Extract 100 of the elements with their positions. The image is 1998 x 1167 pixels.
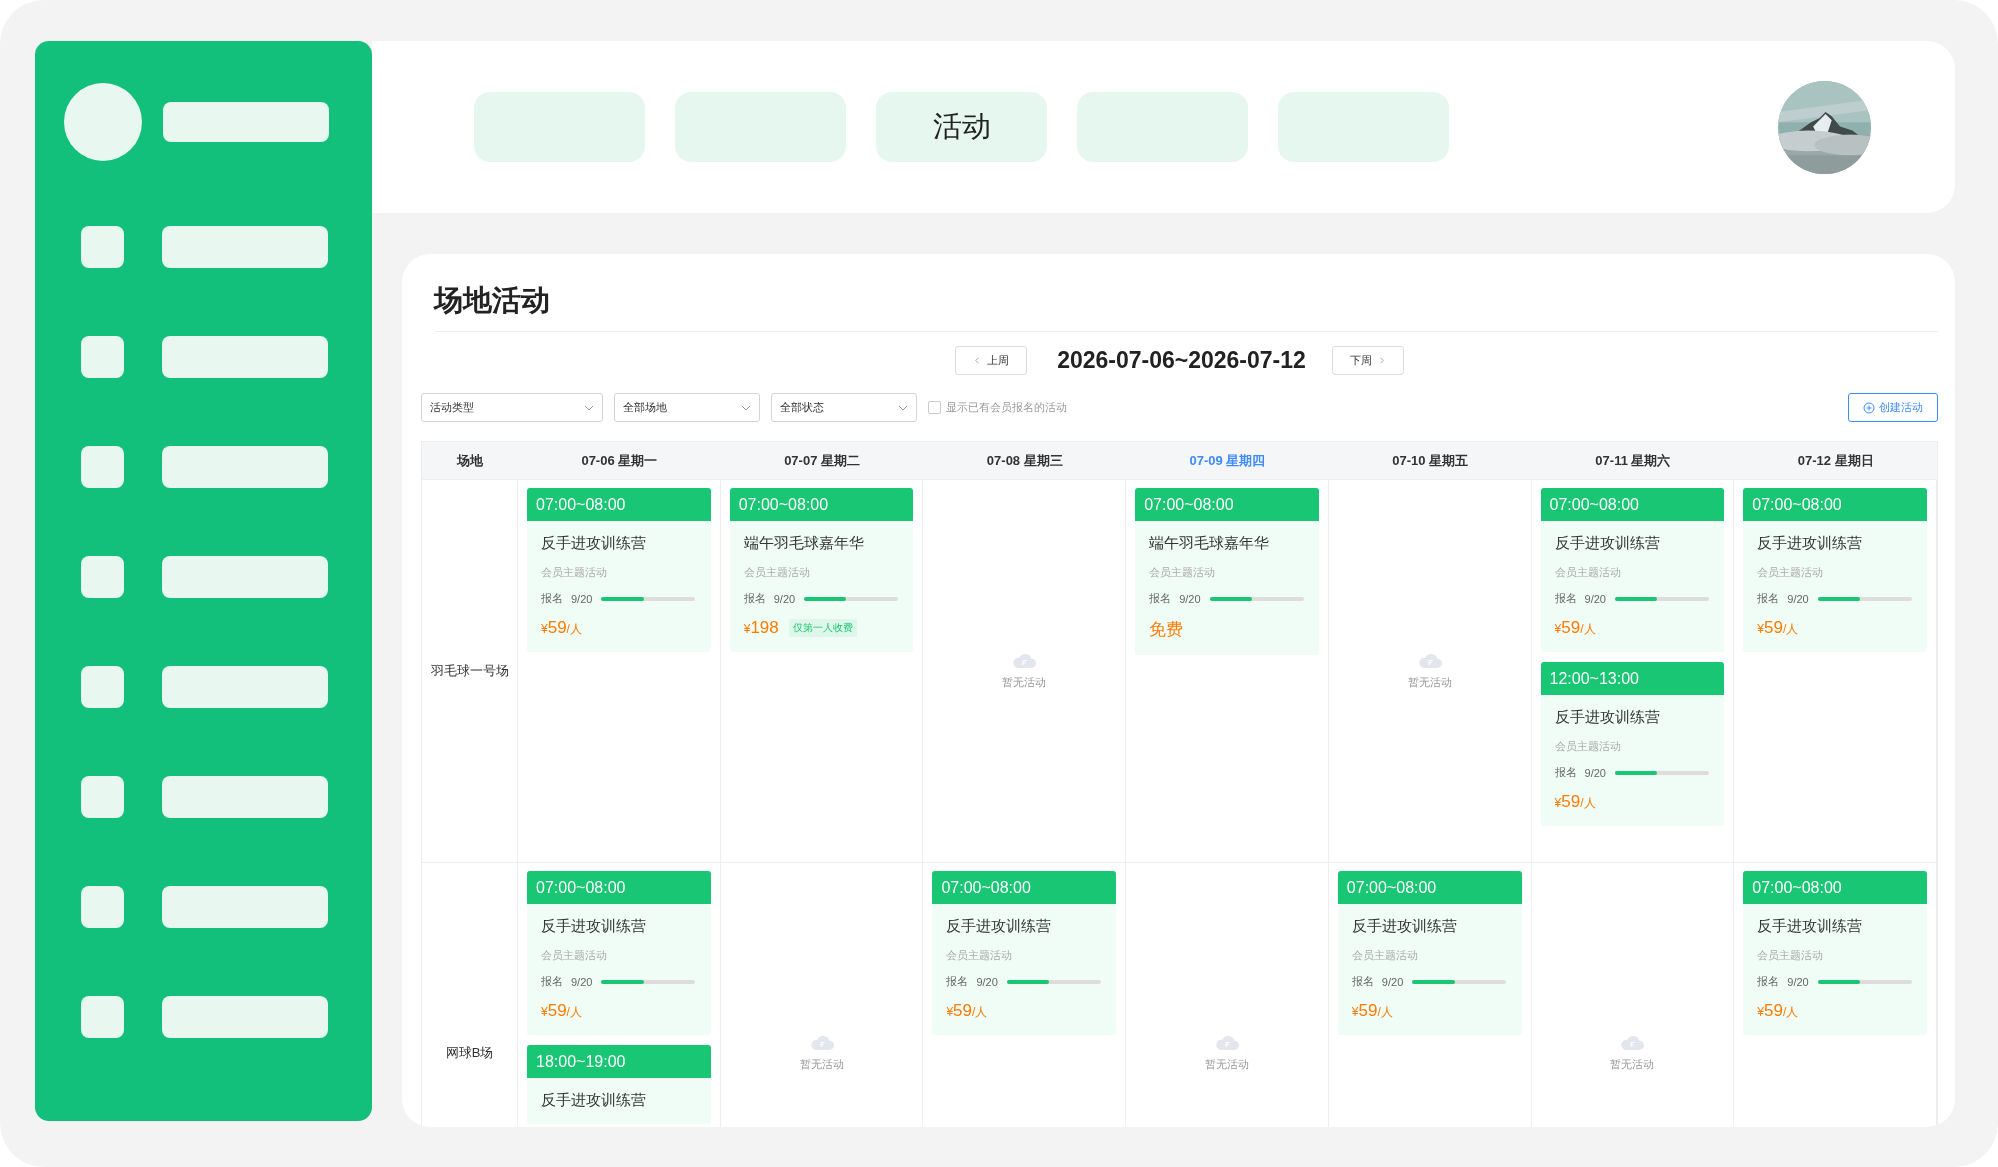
activity-title: 反手进攻训练营 <box>541 917 647 936</box>
signup-label: 报名 <box>1757 591 1780 606</box>
activity-card[interactable]: 07:00~08:00 反手进攻训练营 会员主题活动 报名 9/20 ¥59/人 <box>1540 488 1725 652</box>
menu-icon-placeholder <box>81 226 124 268</box>
activity-type: 会员主题活动 <box>1757 565 1825 580</box>
activity-card[interactable]: 07:00~08:00 反手进攻训练营 会员主题活动 报名 9/20 ¥59/人 <box>932 871 1117 1035</box>
activity-card[interactable]: 07:00~08:00 端午羽毛球嘉年华 会员主题活动 报名 9/20 免费 <box>1135 488 1319 655</box>
empty-state-text: 暂无活动 <box>1002 675 1047 690</box>
signup-label: 报名 <box>541 591 563 606</box>
signup-count: 9/20 <box>1584 592 1606 605</box>
time-header: 07:00~08:00 <box>932 871 1117 904</box>
column-header: 场地 <box>422 442 518 479</box>
activity-title: 端午羽毛球嘉年华 <box>743 534 865 553</box>
time-header: 07:00~08:00 <box>1135 488 1319 521</box>
activity-title: 反手进攻训练营 <box>541 1091 647 1110</box>
activity-card[interactable]: 07:00~08:00 反手进攻训练营 会员主题活动 报名 9/20 ¥59/人 <box>1743 871 1927 1035</box>
activity-type: 会员主题活动 <box>541 948 608 963</box>
signup-label: 报名 <box>1351 974 1374 989</box>
time-header: 12:00~13:00 <box>1540 662 1725 695</box>
column-header: 07-08 星期三 <box>923 442 1127 479</box>
column-header: 07-10 星期五 <box>1328 442 1532 479</box>
cloud-icon <box>1012 652 1037 669</box>
cloud-icon <box>809 1033 834 1051</box>
menu-item-placeholder[interactable] <box>162 886 328 928</box>
signup-label: 报名 <box>1554 765 1577 780</box>
price-text: ¥59/人 <box>1757 1001 1799 1021</box>
time-header: 18:00~19:00 <box>527 1045 711 1078</box>
menu-item-placeholder[interactable] <box>162 666 328 708</box>
activity-title: 端午羽毛球嘉年华 <box>1149 534 1271 553</box>
create-activity-button[interactable]: 创建活动 <box>1848 393 1938 422</box>
price-text: ¥59/人 <box>946 1001 988 1021</box>
signup-count: 9/20 <box>1179 592 1201 605</box>
venue-name: 网球B场 <box>445 1043 494 1062</box>
prev-week-button[interactable]: 上周 <box>955 346 1028 375</box>
signup-count: 9/20 <box>571 975 593 988</box>
menu-item-placeholder[interactable] <box>162 776 328 818</box>
venue-name: 羽毛球一号场 <box>430 662 509 680</box>
activity-card[interactable]: 07:00~08:00 反手进攻训练营 会员主题活动 报名 9/20 ¥59/人 <box>527 488 711 652</box>
checkbox[interactable] <box>928 401 941 414</box>
empty-state-text: 暂无活动 <box>1407 675 1452 690</box>
menu-item-placeholder[interactable] <box>162 226 328 268</box>
activity-type: 会员主题活动 <box>743 565 811 580</box>
menu-icon-placeholder <box>81 886 124 928</box>
activity-type: 会员主题活动 <box>1554 565 1622 580</box>
activity-type: 会员主题活动 <box>1554 739 1622 754</box>
signup-count: 9/20 <box>1381 975 1404 988</box>
next-week-button[interactable]: 下周 <box>1331 346 1404 375</box>
menu-icon-placeholder <box>81 776 124 818</box>
cloud-icon <box>1215 1033 1239 1051</box>
activity-type: 会员主题活动 <box>1757 948 1825 963</box>
column-header: 07-12 星期日 <box>1734 442 1937 479</box>
time-header: 07:00~08:00 <box>1743 488 1927 521</box>
time-header: 07:00~08:00 <box>1743 871 1927 904</box>
filter-dropdown[interactable]: 全部场地 <box>614 393 760 422</box>
menu-icon-placeholder <box>81 666 124 708</box>
cloud-icon <box>1417 652 1442 669</box>
chevron-down-icon <box>898 404 908 411</box>
price-text: ¥59/人 <box>1554 618 1596 638</box>
signup-count: 9/20 <box>1787 592 1809 605</box>
chevron-down-icon <box>584 404 594 411</box>
signup-count: 9/20 <box>1787 975 1809 988</box>
empty-state-text: 暂无活动 <box>799 1056 844 1072</box>
pricing-tag: 仅第一人收费 <box>788 619 857 637</box>
activity-type: 会员主题活动 <box>1149 565 1217 580</box>
time-header: 07:00~08:00 <box>729 488 914 521</box>
price-text: ¥198 <box>743 618 779 638</box>
menu-icon-placeholder <box>81 556 124 598</box>
checkbox-label: 显示已有会员报名的活动 <box>946 400 1067 415</box>
signup-count: 9/20 <box>571 592 593 605</box>
signup-label: 报名 <box>1554 591 1577 606</box>
menu-item-placeholder[interactable] <box>162 556 328 598</box>
activity-card[interactable]: 07:00~08:00 反手进攻训练营 会员主题活动 报名 9/20 ¥59/人 <box>1337 871 1522 1035</box>
price-text: ¥59/人 <box>541 618 582 638</box>
time-header: 07:00~08:00 <box>1540 488 1725 521</box>
signup-count: 9/20 <box>1584 766 1606 779</box>
nav-tab[interactable]: 活动 <box>876 92 1047 162</box>
activity-card[interactable]: 07:00~08:00 反手进攻训练营 会员主题活动 报名 9/20 ¥59/人 <box>1743 488 1927 652</box>
filter-dropdown[interactable]: 全部状态 <box>771 393 917 422</box>
time-header: 07:00~08:00 <box>527 871 711 904</box>
signup-label: 报名 <box>1149 591 1172 606</box>
activity-card[interactable]: 07:00~08:00 反手进攻训练营 会员主题活动 报名 9/20 ¥59/人 <box>527 871 711 1035</box>
signup-label: 报名 <box>541 974 563 989</box>
activity-title: 反手进攻训练营 <box>541 534 647 553</box>
menu-item-placeholder[interactable] <box>162 996 328 1038</box>
activity-card[interactable]: 12:00~13:00 反手进攻训练营 会员主题活动 报名 9/20 ¥59/人 <box>1540 662 1725 826</box>
column-header: 07-09 星期四 <box>1126 442 1329 479</box>
chevron-down-icon <box>741 404 751 411</box>
price-text: ¥59/人 <box>1351 1001 1393 1021</box>
cloud-icon <box>1620 1033 1645 1051</box>
price-text: ¥59/人 <box>541 1001 582 1021</box>
activity-type: 会员主题活动 <box>946 948 1014 963</box>
menu-item-placeholder[interactable] <box>162 446 328 488</box>
activity-title: 反手进攻训练营 <box>1757 534 1864 553</box>
activity-type: 会员主题活动 <box>1351 948 1419 963</box>
menu-item-placeholder[interactable] <box>162 336 328 378</box>
activity-card[interactable]: 07:00~08:00 端午羽毛球嘉年华 会员主题活动 报名 9/20 ¥198 仅第一人收费 <box>729 488 914 652</box>
filter-dropdown[interactable]: 活动类型 <box>421 393 603 422</box>
activity-card[interactable]: 18:00~19:00 反手进攻训练营 <box>527 1045 711 1124</box>
activity-title: 反手进攻训练营 <box>1351 917 1458 936</box>
menu-icon-placeholder <box>81 996 124 1038</box>
